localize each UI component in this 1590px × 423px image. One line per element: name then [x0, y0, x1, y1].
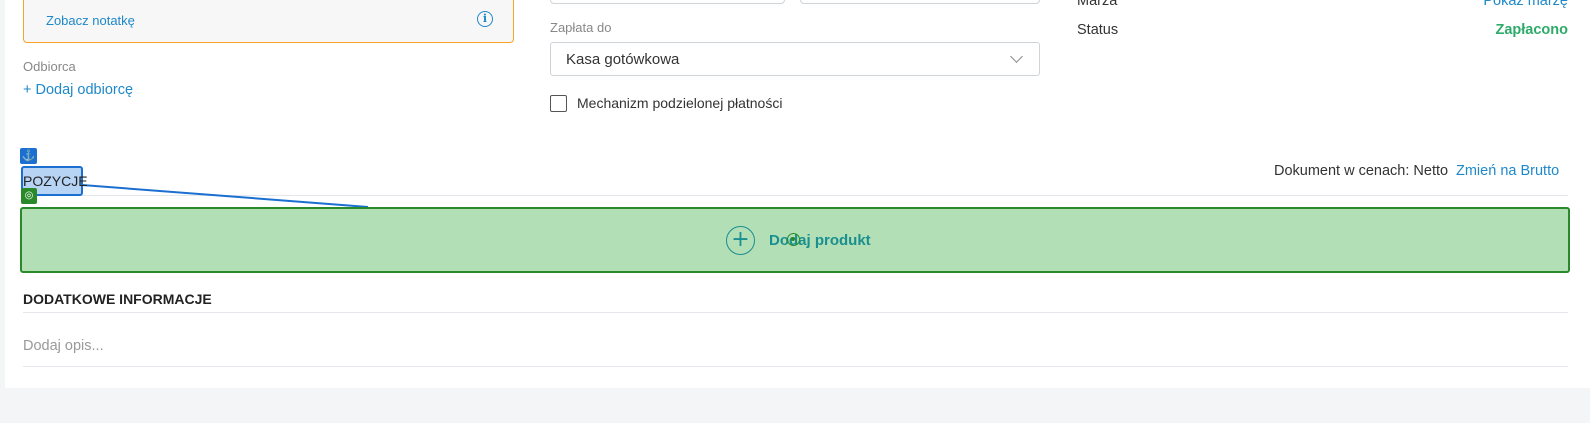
description-underline: [23, 366, 1568, 367]
add-product-button[interactable]: Dodaj produkt: [769, 232, 871, 249]
additional-info-heading: DODATKOWE INFORMACJE: [23, 291, 212, 307]
additional-info-divider: [23, 312, 1568, 313]
plus-circle-icon[interactable]: +: [726, 226, 755, 255]
target-icon[interactable]: ◎: [21, 188, 37, 204]
description-input[interactable]: Dodaj opis...: [23, 338, 104, 354]
crosshair-icon: [787, 233, 800, 246]
add-product-dropzone[interactable]: + Dodaj produkt: [20, 207, 1570, 273]
anchor-icon[interactable]: ⚓: [20, 148, 37, 164]
